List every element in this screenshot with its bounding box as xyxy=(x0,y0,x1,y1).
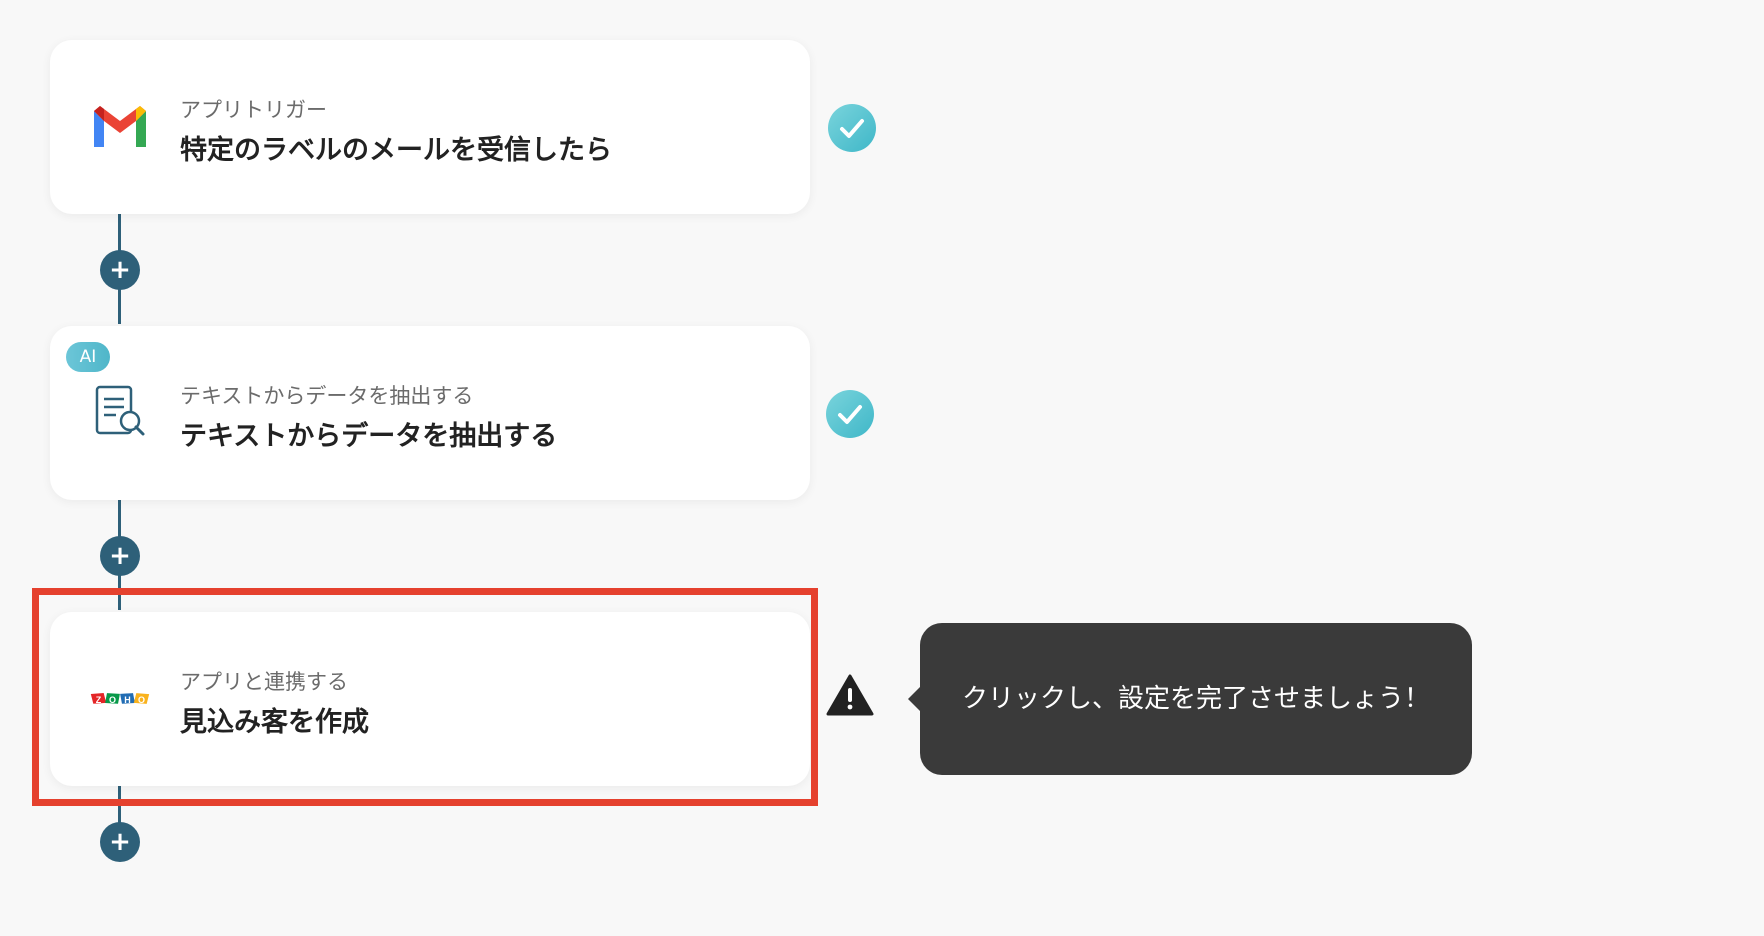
flow-step-zoho-create-lead[interactable]: Z O H O アプリと連携する 見込み客を作成 xyxy=(50,612,810,786)
zoho-letter: Z xyxy=(96,695,102,705)
warning-icon xyxy=(826,673,874,717)
ai-badge: AI xyxy=(66,342,110,372)
step-title: 特定のラベルのメールを受信したら xyxy=(180,135,612,166)
step-subtitle: アプリトリガー xyxy=(180,98,327,122)
step-subtitle: アプリと連携する xyxy=(180,670,348,694)
zoho-letter: O xyxy=(138,695,145,705)
plus-icon: + xyxy=(109,255,131,285)
flow-step-gmail-trigger[interactable]: アプリトリガー 特定のラベルのメールを受信したら xyxy=(50,40,810,214)
step-subtitle: テキストからデータを抽出する xyxy=(180,384,474,408)
tooltip-arrow xyxy=(908,687,920,711)
zoho-icon: Z O H O xyxy=(90,669,150,729)
zoho-letter: O xyxy=(109,695,116,705)
flow-step-ai-extract[interactable]: テキストからデータを抽出する テキストからデータを抽出する xyxy=(50,326,810,500)
zoho-letter: H xyxy=(124,695,131,705)
check-icon xyxy=(828,104,876,152)
add-step-button[interactable]: + xyxy=(100,250,140,290)
tooltip-text: クリックし、設定を完了させましょう！ xyxy=(961,684,1430,714)
plus-icon: + xyxy=(109,827,131,857)
plus-icon: + xyxy=(109,541,131,571)
gmail-icon xyxy=(90,97,150,157)
step-title: 見込み客を作成 xyxy=(180,707,369,738)
add-step-button[interactable]: + xyxy=(100,536,140,576)
document-search-icon xyxy=(90,383,150,443)
check-icon xyxy=(826,390,874,438)
add-step-button[interactable]: + xyxy=(100,822,140,862)
step-title: テキストからデータを抽出する xyxy=(180,421,558,452)
tooltip: クリックし、設定を完了させましょう！ xyxy=(908,623,1472,775)
